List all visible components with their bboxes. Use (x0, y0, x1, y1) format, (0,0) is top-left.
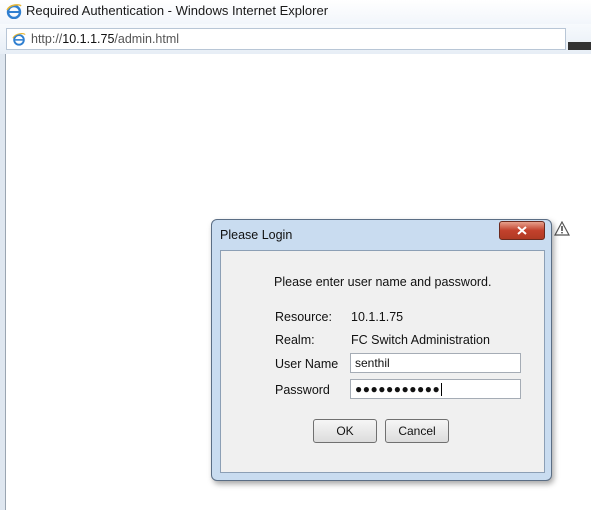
password-label: Password (275, 383, 330, 397)
password-value: ●●●●●●●●●●● (355, 382, 441, 396)
username-label: User Name (275, 357, 339, 371)
resource-label: Resource: (275, 310, 332, 324)
username-field[interactable]: senthil (350, 353, 521, 373)
dialog-body: Please enter user name and password. Res… (220, 250, 545, 473)
dialog-title: Please Login (220, 228, 293, 242)
window-title: Required Authentication - Windows Intern… (26, 3, 329, 18)
text-caret (441, 383, 443, 397)
login-prompt: Please enter user name and password. (274, 275, 492, 289)
url-host: 10.1.1.75 (62, 32, 115, 46)
resource-value: 10.1.1.75 (351, 310, 404, 324)
url-path: /admin.html (114, 32, 180, 46)
ie-page-icon (12, 32, 26, 46)
ie-logo-icon (6, 3, 22, 20)
browser-title-bar: Required Authentication - Windows Intern… (0, 0, 591, 24)
address-bar[interactable]: http://10.1.1.75/admin.html (6, 28, 566, 50)
warning-icon (553, 220, 571, 237)
realm-label: Realm: (275, 333, 315, 347)
login-dialog: Please Login Please enter user name and … (211, 219, 552, 481)
toolbar-edge (568, 42, 591, 50)
close-button[interactable] (499, 221, 545, 240)
cancel-button[interactable]: Cancel (385, 419, 449, 443)
password-field[interactable]: ●●●●●●●●●●● (350, 379, 521, 399)
ok-button[interactable]: OK (313, 419, 377, 443)
url-prefix: http:// (31, 32, 63, 46)
username-value: senthil (355, 356, 390, 370)
url-text[interactable]: http://10.1.1.75/admin.html (31, 32, 179, 46)
close-icon (517, 226, 527, 235)
realm-value: FC Switch Administration (351, 333, 490, 347)
